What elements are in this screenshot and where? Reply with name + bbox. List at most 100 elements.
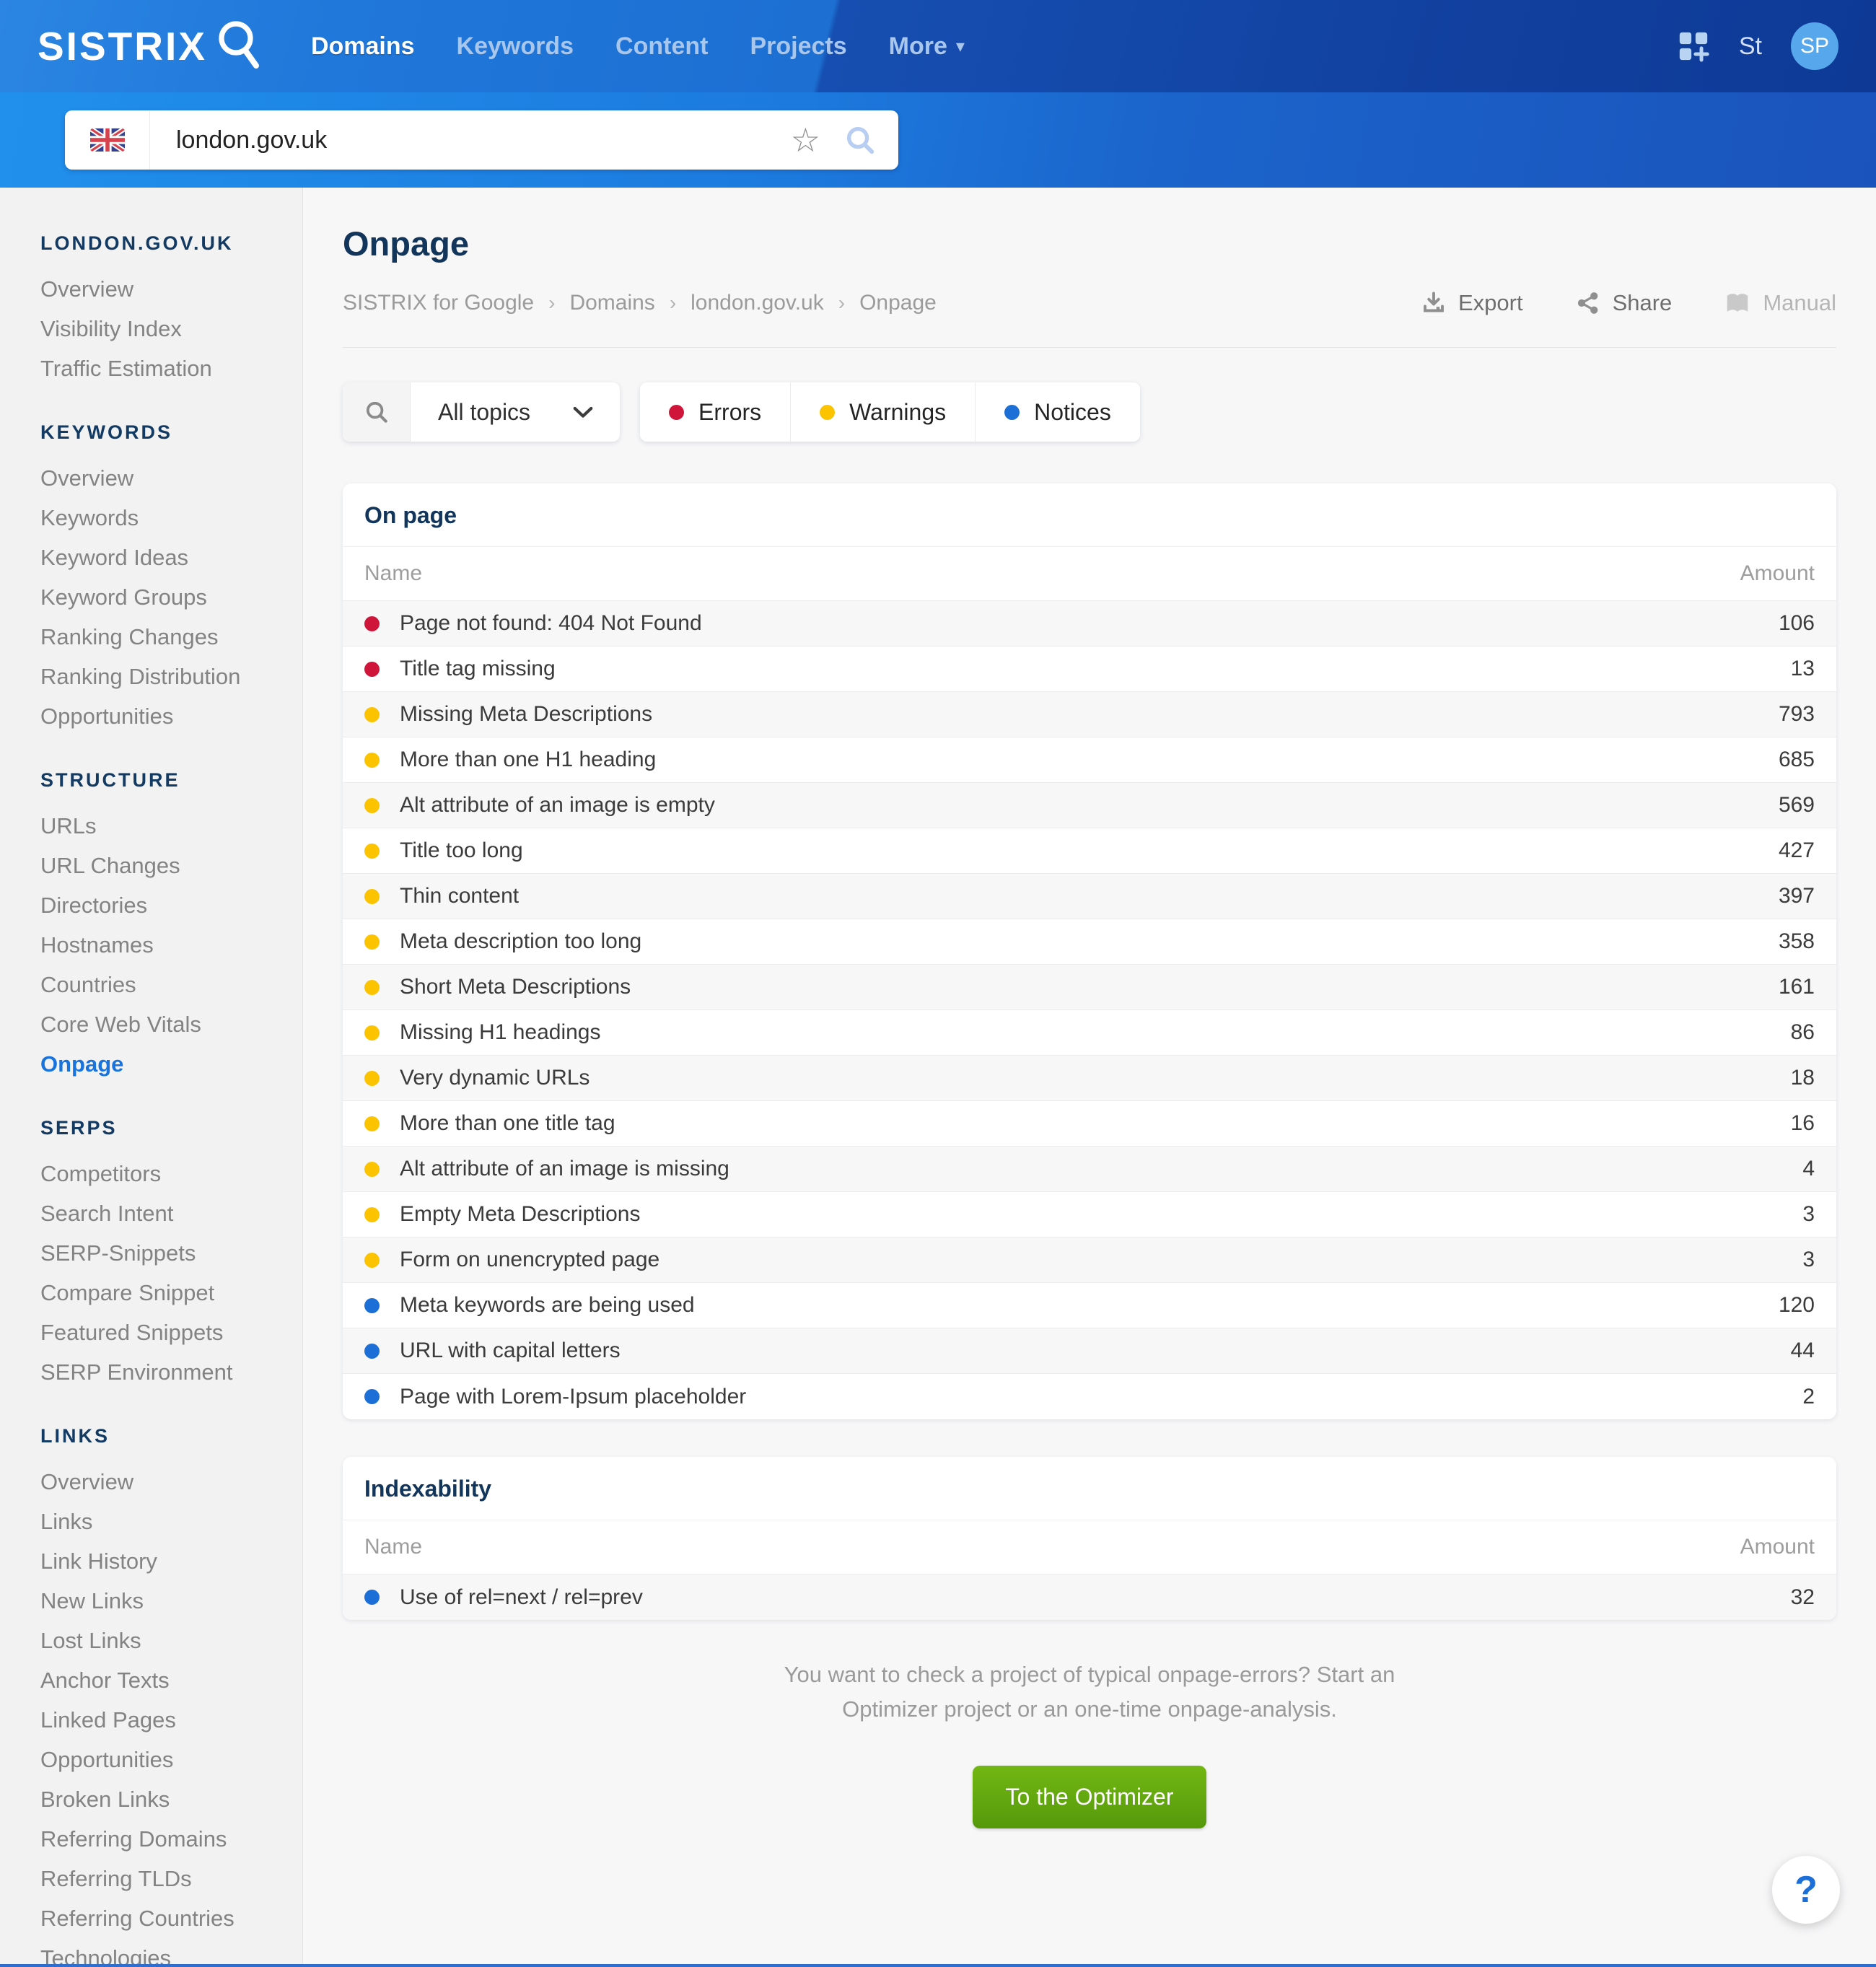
table-row[interactable]: More than one title tag 16: [343, 1101, 1836, 1147]
search-submit-icon[interactable]: [843, 123, 877, 157]
row-label: Page not found: 404 Not Found: [400, 611, 702, 635]
warning-dot-icon: [364, 979, 380, 995]
sidebar-item-keyword-groups[interactable]: Keyword Groups: [40, 577, 288, 617]
table-row[interactable]: Form on unencrypted page 3: [343, 1237, 1836, 1283]
sidebar-item-referring-tlds[interactable]: Referring TLDs: [40, 1859, 288, 1898]
table-row[interactable]: More than one H1 heading 685: [343, 737, 1836, 783]
topic-filter-dropdown[interactable]: All topics: [343, 382, 621, 442]
nav-item-domains[interactable]: Domains: [311, 32, 415, 61]
table-row[interactable]: Page with Lorem-Ipsum placeholder 2: [343, 1374, 1836, 1419]
onpage-card-title: On page: [343, 483, 1836, 547]
indexability-card-title: Indexability: [343, 1457, 1836, 1520]
toggle-errors[interactable]: Errors: [640, 382, 792, 442]
table-row[interactable]: Use of rel=next / rel=prev 32: [343, 1574, 1836, 1620]
sidebar-item-onpage[interactable]: Onpage: [40, 1044, 288, 1084]
table-row[interactable]: Alt attribute of an image is missing 4: [343, 1147, 1836, 1192]
nav-item-keywords[interactable]: Keywords: [457, 32, 574, 61]
sidebar-item-core-web-vitals[interactable]: Core Web Vitals: [40, 1004, 288, 1044]
help-button[interactable]: ?: [1772, 1856, 1840, 1924]
sidebar-item-serp-snippets[interactable]: SERP-Snippets: [40, 1233, 288, 1273]
sidebar-item-anchor-texts[interactable]: Anchor Texts: [40, 1660, 288, 1700]
sidebar-item-compare-snippet[interactable]: Compare Snippet: [40, 1273, 288, 1313]
sidebar-item-url-changes[interactable]: URL Changes: [40, 846, 288, 885]
breadcrumb-item[interactable]: SISTRIX for Google: [343, 291, 534, 315]
sidebar-item-opportunities[interactable]: Opportunities: [40, 696, 288, 736]
sidebar-item-hostnames[interactable]: Hostnames: [40, 925, 288, 965]
row-amount: 358: [1778, 929, 1815, 953]
main-content: Onpage SISTRIX for Google › Domains › london…: [303, 188, 1876, 1967]
table-row[interactable]: Title tag missing 13: [343, 647, 1836, 692]
sidebar-item-overview[interactable]: Overview: [40, 1462, 288, 1502]
toggle-notices[interactable]: Notices: [976, 382, 1140, 442]
sidebar-item-ranking-distribution[interactable]: Ranking Distribution: [40, 657, 288, 696]
table-row[interactable]: URL with capital letters 44: [343, 1328, 1836, 1374]
table-row[interactable]: Thin content 397: [343, 874, 1836, 919]
sidebar-item-search-intent[interactable]: Search Intent: [40, 1193, 288, 1233]
table-row[interactable]: Title too long 427: [343, 828, 1836, 874]
export-button[interactable]: Export: [1421, 290, 1523, 316]
sidebar-item-referring-countries[interactable]: Referring Countries: [40, 1898, 288, 1938]
table-row[interactable]: Meta description too long 358: [343, 919, 1836, 965]
sidebar-section-title: LINKS: [40, 1425, 110, 1447]
error-dot-icon: [364, 661, 380, 677]
user-avatar[interactable]: SP: [1791, 22, 1838, 70]
apps-grid-icon[interactable]: [1677, 30, 1710, 63]
nav-item-content[interactable]: Content: [615, 32, 708, 61]
sidebar-item-broken-links[interactable]: Broken Links: [40, 1779, 288, 1819]
sidebar-section-title: LONDON.GOV.UK: [40, 232, 234, 254]
row-label: Page with Lorem-Ipsum placeholder: [400, 1384, 747, 1409]
table-row[interactable]: Short Meta Descriptions 161: [343, 965, 1836, 1010]
favorite-star-icon[interactable]: ☆: [791, 123, 820, 157]
filter-search-icon[interactable]: [343, 382, 411, 442]
table-row[interactable]: Missing H1 headings 86: [343, 1010, 1836, 1056]
table-row[interactable]: Page not found: 404 Not Found 106: [343, 601, 1836, 647]
table-row[interactable]: Alt attribute of an image is empty 569: [343, 783, 1836, 828]
sidebar-item-directories[interactable]: Directories: [40, 885, 288, 925]
sidebar-item-linked-pages[interactable]: Linked Pages: [40, 1700, 288, 1740]
sidebar-item-opportunities[interactable]: Opportunities: [40, 1740, 288, 1779]
share-button[interactable]: Share: [1575, 290, 1672, 316]
sidebar-item-serp-environment[interactable]: SERP Environment: [40, 1352, 288, 1392]
row-label: Thin content: [400, 884, 520, 908]
table-row[interactable]: Missing Meta Descriptions 793: [343, 692, 1836, 737]
sidebar-item-links[interactable]: Links: [40, 1502, 288, 1541]
sidebar-item-referring-domains[interactable]: Referring Domains: [40, 1819, 288, 1859]
sidebar-item-traffic-estimation[interactable]: Traffic Estimation: [40, 349, 288, 388]
domain-search-input[interactable]: [150, 126, 791, 154]
breadcrumb-item[interactable]: Domains: [569, 291, 654, 315]
sidebar-item-technologies[interactable]: Technologies: [40, 1938, 288, 1967]
st-menu-item[interactable]: St: [1739, 32, 1762, 61]
to-the-optimizer-button[interactable]: To the Optimizer: [972, 1766, 1207, 1829]
sidebar-item-competitors[interactable]: Competitors: [40, 1154, 288, 1193]
indexability-table-body: Use of rel=next / rel=prev 32: [343, 1574, 1836, 1620]
table-row[interactable]: Meta keywords are being used 120: [343, 1283, 1836, 1328]
country-selector[interactable]: [65, 110, 150, 170]
table-row[interactable]: Very dynamic URLs 18: [343, 1056, 1836, 1101]
sidebar-item-keywords[interactable]: Keywords: [40, 498, 288, 538]
warning-dot-icon: [820, 404, 836, 420]
nav-item-projects[interactable]: Projects: [750, 32, 846, 61]
optimizer-cta-text: You want to check a project of typical o…: [343, 1657, 1836, 1727]
sidebar-item-featured-snippets[interactable]: Featured Snippets: [40, 1313, 288, 1352]
sidebar-item-ranking-changes[interactable]: Ranking Changes: [40, 617, 288, 657]
manual-button[interactable]: Manual: [1724, 289, 1836, 317]
sidebar-item-visibility-index[interactable]: Visibility Index: [40, 309, 288, 349]
sistrix-logo[interactable]: SISTRIX: [38, 19, 260, 73]
sidebar-item-link-history[interactable]: Link History: [40, 1541, 288, 1581]
table-row[interactable]: Empty Meta Descriptions 3: [343, 1192, 1836, 1237]
toggle-warnings[interactable]: Warnings: [791, 382, 976, 442]
sidebar-item-urls[interactable]: URLs: [40, 806, 288, 846]
sidebar-item-keyword-ideas[interactable]: Keyword Ideas: [40, 538, 288, 577]
row-amount: 427: [1778, 838, 1815, 862]
row-label: Title tag missing: [400, 657, 556, 680]
sidebar-item-overview[interactable]: Overview: [40, 269, 288, 309]
breadcrumb-item[interactable]: london.gov.uk: [691, 291, 824, 315]
sidebar-item-lost-links[interactable]: Lost Links: [40, 1621, 288, 1660]
sidebar-item-new-links[interactable]: New Links: [40, 1581, 288, 1621]
sidebar-item-countries[interactable]: Countries: [40, 965, 288, 1004]
sidebar-item-overview[interactable]: Overview: [40, 458, 288, 498]
row-label: Alt attribute of an image is empty: [400, 793, 715, 817]
breadcrumb-item[interactable]: Onpage: [859, 291, 937, 315]
row-label: Missing Meta Descriptions: [400, 702, 653, 726]
nav-item-more[interactable]: More ▾: [889, 32, 965, 61]
